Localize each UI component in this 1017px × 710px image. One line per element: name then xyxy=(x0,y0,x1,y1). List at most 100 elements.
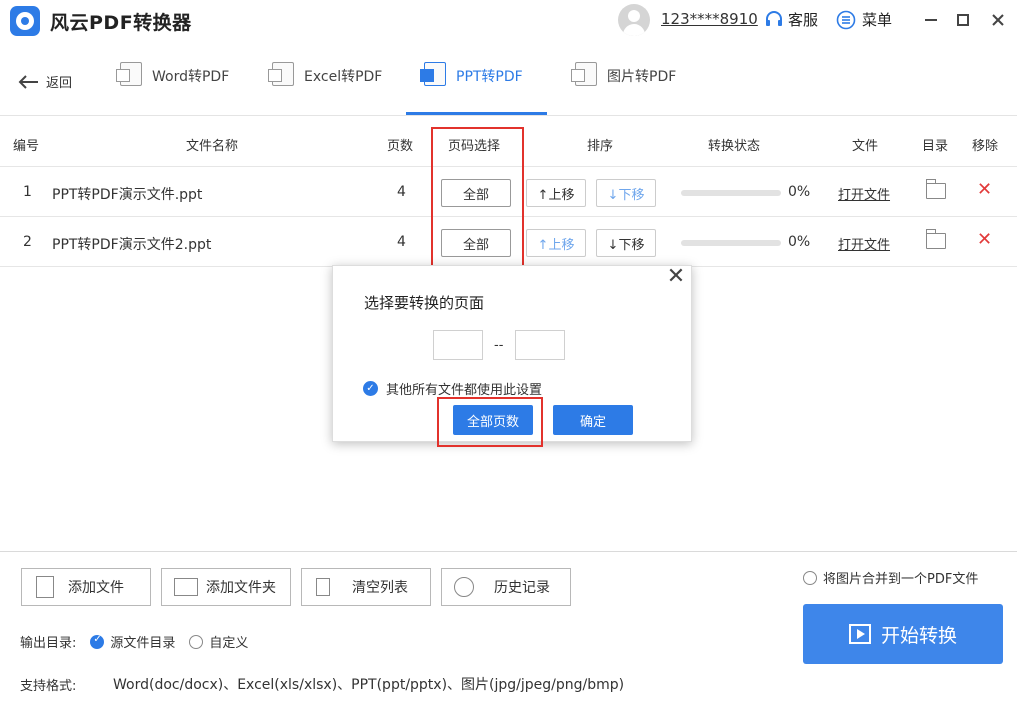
row-index: 2 xyxy=(23,234,32,250)
excel-file-icon xyxy=(268,62,294,86)
add-file-icon xyxy=(36,576,54,598)
all-pages-highlight xyxy=(437,397,543,447)
move-up-button[interactable]: ↑上移 xyxy=(526,229,586,257)
page-range-separator: -- xyxy=(494,338,504,353)
tab-label: Word转PDF xyxy=(152,69,230,85)
page-from-input[interactable] xyxy=(433,330,483,360)
word-file-icon xyxy=(116,62,142,86)
menu-button[interactable]: 菜单 xyxy=(836,9,892,30)
add-folder-button[interactable]: 添加文件夹 xyxy=(161,568,291,606)
row-pages: 4 xyxy=(397,234,406,250)
remove-icon[interactable]: ✕ xyxy=(977,179,992,200)
move-down-button[interactable]: ↓下移 xyxy=(596,229,656,257)
maximize-icon xyxy=(957,14,969,26)
menu-label: 菜单 xyxy=(862,11,893,29)
title-bar: 风云PDF转换器 123****8910 客服 菜单 xyxy=(0,0,1017,40)
open-file-link[interactable]: 打开文件 xyxy=(838,234,890,253)
bottom-toolbar: 添加文件 添加文件夹 清空列表 历史记录 将图片合并到一个PDF文件 输出目录:… xyxy=(0,551,1017,710)
supported-formats: 支持格式: Word(doc/docx)、Excel(xls/xlsx)、PPT… xyxy=(20,675,624,694)
user-account-link[interactable]: 123****8910 xyxy=(661,10,758,28)
app-title: 风云PDF转换器 xyxy=(50,12,192,34)
header-remove: 移除 xyxy=(972,139,999,154)
merge-images-radio[interactable] xyxy=(803,570,817,585)
user-avatar[interactable] xyxy=(618,4,650,36)
conversion-progress xyxy=(681,190,781,196)
progress-percent: 0% xyxy=(788,234,811,250)
custom-dir-radio[interactable] xyxy=(189,634,204,649)
row-index: 1 xyxy=(23,184,32,200)
custom-dir-label: 自定义 xyxy=(209,636,249,651)
checked-icon: ✓ xyxy=(363,381,378,396)
customer-service-label: 客服 xyxy=(788,11,819,29)
add-file-button[interactable]: 添加文件 xyxy=(21,568,151,606)
tab-excel-to-pdf[interactable]: Excel转PDF xyxy=(268,62,383,116)
tab-word-to-pdf[interactable]: Word转PDF xyxy=(116,62,230,116)
minimize-icon xyxy=(925,19,937,21)
back-label: 返回 xyxy=(46,76,73,91)
output-directory: 输出目录: 源文件目录 自定义 xyxy=(20,632,248,652)
dialog-title: 选择要转换的页面 xyxy=(364,294,485,312)
close-window-button[interactable] xyxy=(986,8,1010,32)
dialog-close-icon[interactable]: ✕ xyxy=(665,266,687,288)
clock-icon xyxy=(454,577,474,597)
row-filename: PPT转PDF演示文件.ppt xyxy=(52,187,203,203)
header-pages: 页数 xyxy=(387,139,414,154)
apply-to-all-checkbox[interactable]: ✓ 其他所有文件都使用此设置 xyxy=(363,379,542,398)
conversion-tabs-bar: 返回 Word转PDF Excel转PDF PPT转PDF 图片转PDF xyxy=(0,40,1017,116)
source-dir-radio[interactable] xyxy=(90,634,105,649)
clear-list-label: 清空列表 xyxy=(352,580,408,596)
start-conversion-label: 开始转换 xyxy=(880,624,957,647)
confirm-button[interactable]: 确定 xyxy=(553,405,633,435)
custom-dir-option[interactable]: 自定义 xyxy=(189,632,248,651)
back-arrow-icon xyxy=(18,74,38,89)
tab-label: 图片转PDF xyxy=(607,69,677,85)
header-order: 排序 xyxy=(587,139,614,154)
output-directory-label: 输出目录: xyxy=(20,636,77,651)
formats-value: Word(doc/docx)、Excel(xls/xlsx)、PPT(ppt/p… xyxy=(113,677,625,693)
customer-service-button[interactable]: 客服 xyxy=(764,9,818,30)
headset-icon xyxy=(766,10,782,26)
merge-images-label: 将图片合并到一个PDF文件 xyxy=(823,572,979,587)
progress-percent: 0% xyxy=(788,184,811,200)
clear-list-button[interactable]: 清空列表 xyxy=(301,568,431,606)
row-pages: 4 xyxy=(397,184,406,200)
tab-image-to-pdf[interactable]: 图片转PDF xyxy=(571,62,677,116)
tab-label: Excel转PDF xyxy=(304,69,383,85)
image-file-icon xyxy=(571,62,597,86)
add-folder-label: 添加文件夹 xyxy=(206,580,276,596)
conversion-progress xyxy=(681,240,781,246)
move-up-button[interactable]: ↑上移 xyxy=(526,179,586,207)
row-filename: PPT转PDF演示文件2.ppt xyxy=(52,237,212,253)
maximize-button[interactable] xyxy=(951,8,975,32)
add-file-label: 添加文件 xyxy=(68,580,124,596)
formats-label: 支持格式: xyxy=(20,679,77,694)
header-filename: 文件名称 xyxy=(186,139,239,154)
header-index: 编号 xyxy=(13,139,40,154)
page-to-input[interactable] xyxy=(515,330,565,360)
history-button[interactable]: 历史记录 xyxy=(441,568,571,606)
header-status: 转换状态 xyxy=(708,139,761,154)
active-tab-indicator xyxy=(406,112,547,115)
apply-to-all-label: 其他所有文件都使用此设置 xyxy=(386,383,543,398)
page-select-highlight xyxy=(431,127,524,269)
tab-ppt-to-pdf[interactable]: PPT转PDF xyxy=(420,62,523,116)
folder-icon[interactable] xyxy=(926,229,946,249)
tab-label: PPT转PDF xyxy=(456,69,523,85)
move-down-button[interactable]: ↓下移 xyxy=(596,179,656,207)
start-conversion-button[interactable]: 开始转换 xyxy=(803,604,1003,664)
add-folder-icon xyxy=(174,578,198,596)
header-directory: 目录 xyxy=(922,139,949,154)
play-icon xyxy=(848,624,871,644)
header-file: 文件 xyxy=(852,139,879,154)
app-logo-icon xyxy=(10,6,40,36)
folder-icon[interactable] xyxy=(926,179,946,199)
minimize-button[interactable] xyxy=(919,8,943,32)
close-icon xyxy=(992,14,1004,26)
source-dir-option[interactable]: 源文件目录 xyxy=(90,632,175,651)
open-file-link[interactable]: 打开文件 xyxy=(838,184,890,203)
merge-images-option[interactable]: 将图片合并到一个PDF文件 xyxy=(803,568,978,587)
menu-icon xyxy=(836,10,856,29)
source-dir-label: 源文件目录 xyxy=(110,636,176,651)
remove-icon[interactable]: ✕ xyxy=(977,229,992,250)
back-button[interactable]: 返回 xyxy=(18,72,72,91)
